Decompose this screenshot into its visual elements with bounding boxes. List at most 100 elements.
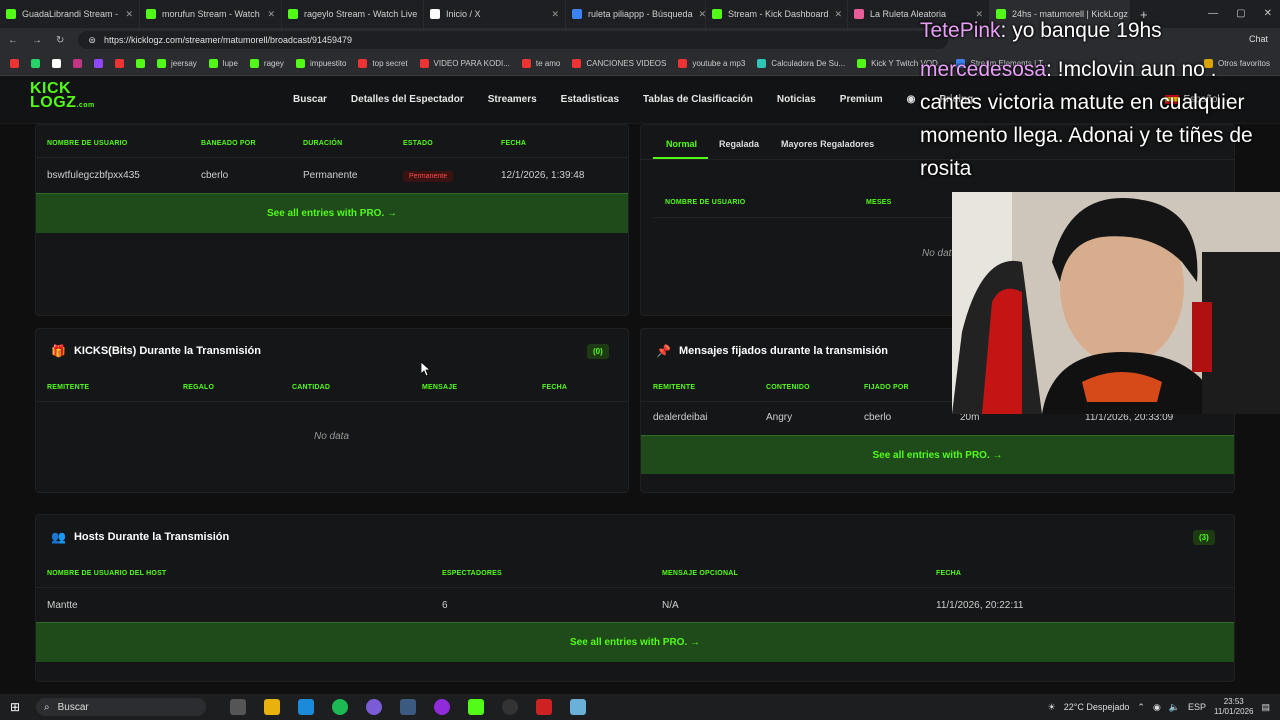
bookmark-item[interactable]: top secret [358,59,408,68]
ban-by: cberlo [201,170,229,181]
bookmark-item[interactable] [73,59,82,68]
pro-entries-button[interactable]: See all entries with PRO. → [36,193,628,233]
spotify-icon[interactable] [332,699,348,715]
weather-text[interactable]: 22°C Despejado [1064,702,1130,712]
tab-close-icon[interactable]: ✕ [267,9,275,20]
tab-close-icon[interactable]: ✕ [699,9,705,20]
file-explorer-icon[interactable] [264,699,280,715]
pro-entries-button[interactable]: See all entries with PRO. → [36,622,1234,662]
kicklogz-logo[interactable]: KICK LOGZ.com [30,81,95,113]
url-field[interactable]: ⊜ https://kicklogz.com/streamer/matumore… [78,31,949,49]
tab-normal[interactable]: Normal [666,139,697,149]
col-header: MESES [866,199,892,206]
discord-icon[interactable] [366,699,382,715]
status-badge: Permanente [403,171,454,182]
bookmark-item[interactable] [52,59,61,68]
bookmark-item[interactable]: lupe [208,59,238,68]
logo-suffix: .com [76,102,95,109]
col-header: FECHA [542,384,568,391]
search-label: Buscar [57,701,89,713]
bookmark-item[interactable]: ragey [249,59,284,68]
clock[interactable]: 23:53 11/01/2026 [1214,697,1253,717]
clock-date: 11/01/2026 [1214,707,1254,716]
tab-regalada[interactable]: Regalada [719,139,759,149]
host-viewers: 6 [442,600,448,611]
browser-tab[interactable]: GuadaLibrandi Stream - ✕ [0,0,140,28]
site-info-icon[interactable]: ⊜ [88,35,96,46]
wifi-icon[interactable]: ◉ [1153,702,1161,713]
tab-label: Stream - Kick Dashboard [728,9,829,19]
nav-link[interactable]: Buscar [293,94,327,105]
nav-link[interactable]: Streamers [488,94,537,105]
col-header: FECHA [501,140,527,147]
chat-username: TetePink [920,19,1001,42]
col-header: MENSAJE [422,384,458,391]
webcam-overlay [952,192,1280,414]
col-header: NOMBRE DE USUARIO [47,140,128,147]
tab-label: rageylo Stream - Watch Live [304,9,418,19]
nav-link[interactable]: Premium [840,94,883,105]
browser-tab[interactable]: Inicio / X ✕ [424,0,566,28]
browser-tab[interactable]: rageylo Stream - Watch Live✕ [282,0,424,28]
tab-close-icon[interactable]: ✕ [551,9,559,20]
windows-taskbar: ⊞ ⌕ Buscar ☀ 22°C Despejado ⌃ ◉ 🔈 ESP 23… [0,694,1280,720]
tab-mayores[interactable]: Mayores Regaladores [781,139,874,149]
col-header: CONTENIDO [766,384,810,391]
bookmark-item[interactable] [136,59,145,68]
url-text: https://kicklogz.com/streamer/matumorell… [103,35,353,45]
pro-entries-button[interactable]: See all entries with PRO. → [641,435,1234,474]
discord-icon[interactable]: ◉ [907,94,916,105]
steam-icon[interactable] [400,699,416,715]
kick-icon[interactable] [468,699,484,715]
bookmark-favicon-icon [73,59,82,68]
nav-link[interactable]: Noticias [777,94,816,105]
bookmark-item[interactable]: VIDEO PARA KODI... [419,59,510,68]
media-icon[interactable] [536,699,552,715]
taskbar-search[interactable]: ⌕ Buscar [36,698,206,716]
bookmark-item[interactable] [94,59,103,68]
pro-label: See all entries with PRO. [569,637,688,648]
input-language[interactable]: ESP [1188,702,1206,712]
speaker-icon[interactable]: 🔈 [1169,702,1180,713]
windows-start-icon[interactable]: ⊞ [10,700,20,714]
kicks-panel: 🎁 KICKS(Bits) Durante la Transmisión (0)… [35,328,629,493]
nav-link[interactable]: Detalles del Espectador [351,94,464,105]
pinned-sender[interactable]: dealerdeibai [653,412,708,423]
chevron-up-icon[interactable]: ⌃ [1137,702,1145,713]
host-date: 11/1/2026, 20:22:11 [936,600,1024,611]
forward-icon[interactable]: → [32,35,42,46]
tab-close-icon[interactable]: ✕ [835,9,843,20]
obs-icon[interactable] [502,699,518,715]
mouse-cursor-icon [421,362,431,376]
reload-icon[interactable]: ↻ [56,35,64,46]
task-view-icon[interactable] [230,699,246,715]
bookmark-favicon-icon [521,59,531,68]
pro-label: See all entries with PRO. [266,208,385,219]
back-icon[interactable]: ← [8,35,18,46]
notification-icon[interactable]: ▤ [1261,702,1270,713]
bookmark-item[interactable]: jeersay [157,59,197,68]
host-user[interactable]: Mantte [47,600,78,611]
bookmark-item[interactable] [115,59,124,68]
bookmark-item[interactable]: youtube a mp3 [678,59,745,68]
tab-close-icon[interactable]: ✕ [125,9,133,20]
bookmark-item[interactable]: CANCIONES VIDEOS [572,59,666,68]
nav-link[interactable]: Tablas de Clasificación [643,94,753,105]
tab-favicon-icon [854,9,864,19]
ban-user[interactable]: bswtfulegczbfpxx435 [47,170,140,181]
browser-tab[interactable]: ruleta piliappp - Búsqueda ✕ [566,0,706,28]
app-icon[interactable] [434,699,450,715]
bookmark-favicon-icon [157,59,166,68]
browser-tab[interactable]: Stream - Kick Dashboard ✕ [706,0,848,28]
edge-icon[interactable] [298,699,314,715]
notepad-icon[interactable] [570,699,586,715]
nav-link[interactable]: Estadisticas [561,94,619,105]
chat-username: mercedesosa [920,58,1047,81]
bookmark-item[interactable] [10,59,19,68]
arrow-right-icon: → [992,449,1003,461]
bookmark-item[interactable]: te amo [521,59,560,68]
bookmark-item[interactable] [31,59,40,68]
browser-tab[interactable]: morufun Stream - Watch ✕ [140,0,282,28]
bookmark-item[interactable]: impuestito [295,59,346,68]
bookmark-item[interactable]: Calculadora De Su... [757,59,845,68]
